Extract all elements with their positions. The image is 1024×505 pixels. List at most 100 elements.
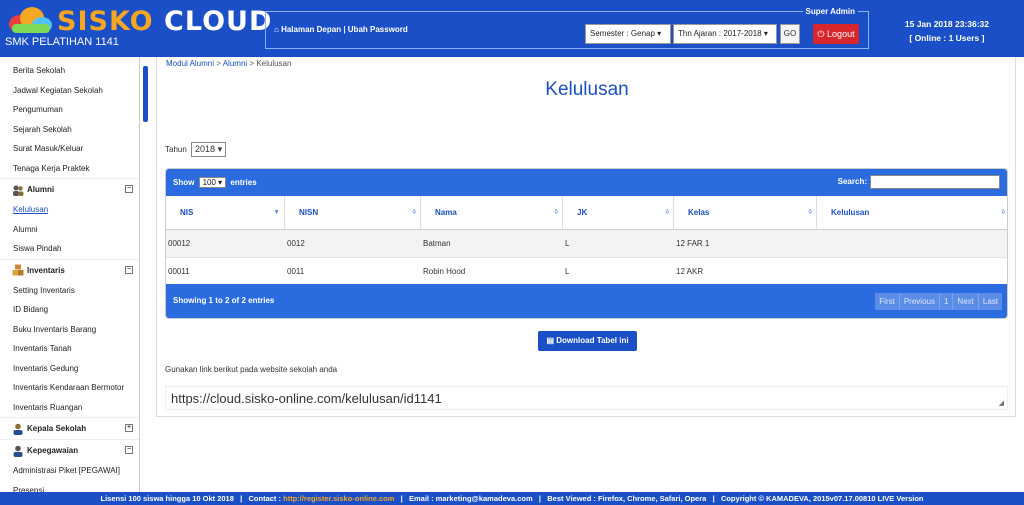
breadcrumb-alumni[interactable]: Alumni [223,59,247,68]
sidebar-item-kelulusan[interactable]: Kelulusan [0,200,139,220]
sidebar-section-alumni[interactable]: Alumni − [0,178,139,200]
sidebar-item-jadwal[interactable]: Jadwal Kegiatan Sekolah [0,81,139,101]
embed-link-url: https://cloud.sisko-online.com/kelulusan… [171,391,442,406]
embed-link-textarea[interactable]: https://cloud.sisko-online.com/kelulusan… [165,386,1008,410]
pager-previous[interactable]: Previous [899,293,940,310]
column-header-kelas[interactable]: Kelas ◊ [674,196,817,230]
sidebar-item-inventaris-tanah[interactable]: Inventaris Tanah [0,339,139,359]
top-header: SISKO CLOUD SMK PELATIHAN 1141 Super Adm… [0,0,1024,57]
pager-page-1[interactable]: 1 [939,293,954,310]
sidebar-item-buku-inventaris[interactable]: Buku Inventaris Barang [0,320,139,340]
resize-grip-icon[interactable]: ◢ [999,399,1004,407]
sidebar-item-surat[interactable]: Surat Masuk/Keluar [0,139,139,159]
role-label: Super Admin [802,7,858,16]
users-icon [13,185,24,196]
sidebar-item-tenaga[interactable]: Tenaga Kerja Praktek [0,159,139,179]
sidebar-item-administrasi-piket[interactable]: Administrasi Piket [PEGAWAI] [0,461,139,481]
year-select[interactable]: 2018 ▾ [191,142,227,157]
sidebar-section-inventaris[interactable]: Inventaris − [0,258,139,281]
academic-year-value: Thn Ajaran : 2017-2018 [678,29,762,38]
column-header-kelulusan[interactable]: Kelulusan ◊ [817,196,1007,230]
pager-last[interactable]: Last [978,293,1002,310]
column-header-label: Kelulusan [831,208,870,217]
column-header-nama[interactable]: Nama ◊ [421,196,563,230]
year-filter: Tahun 2018 ▾ [165,142,227,157]
go-button[interactable]: GO [780,24,800,44]
sidebar-item-id-bidang[interactable]: ID Bidang [0,300,139,320]
footer-email: Email : marketing@kamadeva.com [409,494,533,503]
cell-kelulusan [817,258,819,286]
cloud-logo-icon [9,7,52,33]
chevron-down-icon: ▾ [657,29,662,38]
sidebar-item-inventaris-kendaraan[interactable]: Inventaris Kendaraan Bermotor [0,378,139,398]
brand-word-1: SISKO [57,6,154,37]
person-icon [13,423,23,435]
cell-nisn: 0012 [287,239,305,248]
cell-nisn: 0011 [287,267,305,276]
sidebar: Berita Sekolah Jadwal Kegiatan Sekolah P… [0,57,140,492]
sidebar-section-label: Alumni [27,185,55,194]
breadcrumb-separator: > [216,59,221,68]
sidebar-item-presensi[interactable]: Presensi [0,481,139,493]
breadcrumb-modul-alumni[interactable]: Modul Alumni [166,59,214,68]
cell-kelas: 12 AKR [676,267,704,276]
academic-year-select[interactable]: Thn Ajaran : 2017-2018 ▾ [673,24,777,44]
collapse-icon[interactable]: − [125,446,133,454]
column-header-jk[interactable]: JK ◊ [563,196,674,230]
brand-logo[interactable]: SISKO CLOUD [57,6,272,37]
expand-icon[interactable]: + [125,424,133,432]
kelulusan-table: Show 100 ▾ entries Search: NIS ▼ NISN ◊ Na… [165,168,1008,319]
sort-desc-icon: ▼ [273,209,280,216]
page-title: Kelulusan [545,79,629,100]
sidebar-item-alumni[interactable]: Alumni [0,220,139,240]
footer-license: Lisensi 100 siswa hingga 10 Okt 2018 [100,494,234,503]
column-header-nisn[interactable]: NISN ◊ [285,196,421,230]
year-select-value: 2018 [195,144,216,154]
column-header-label: Nama [435,208,457,217]
sidebar-item-inventaris-ruangan[interactable]: Inventaris Ruangan [0,398,139,418]
sort-icon: ◊ [1001,209,1005,216]
main-content: Modul Alumni > Alumni > Kelulusan Kelulu… [156,57,1016,417]
sidebar-section-kepala-sekolah[interactable]: Kepala Sekolah + [0,417,139,439]
table-info: Showing 1 to 2 of 2 entries [173,296,275,305]
sidebar-item-siswa-pindah[interactable]: Siswa Pindah [0,239,139,259]
table-footer: Showing 1 to 2 of 2 entries First Previo… [166,284,1007,318]
header-panel: Super Admin ⌂ Halaman Depan | Ubah Passw… [265,7,869,49]
collapse-icon[interactable]: − [125,265,133,274]
cell-kelulusan [817,230,819,258]
download-table-button[interactable]: ▤ Download Tabel ini [538,331,637,351]
cell-nis: 00012 [168,239,191,248]
page-length-value: 100 [202,178,216,187]
table-row[interactable]: 00012 0012 Batman L 12 FAR 1 [166,230,1007,258]
sidebar-item-setting-inventaris[interactable]: Setting Inventaris [0,281,139,301]
logout-button[interactable]: ⏻ Logout [813,24,859,44]
column-header-nis[interactable]: NIS ▼ [166,196,285,230]
online-users: [ Online : 1 Users ] [909,33,985,43]
page-length-select[interactable]: 100 ▾ [198,177,227,188]
footer-best-viewed: Best Viewed : Firefox, Chrome, Safari, O… [547,494,707,503]
search-input[interactable] [870,175,1000,189]
sidebar-item-pengumuman[interactable]: Pengumuman [0,100,139,120]
sidebar-section-label: Kepegawaian [27,446,79,455]
sidebar-item-berita[interactable]: Berita Sekolah [0,61,139,81]
footer-contact-link[interactable]: http://register.sisko-online.com [283,494,394,503]
pager-next[interactable]: Next [953,293,979,310]
pagination: First Previous 1 Next Last [875,293,1002,310]
header-links-text[interactable]: Halaman Depan | Ubah Password [281,25,408,34]
file-icon: ▤ [546,336,555,345]
show-label: Show [173,178,195,187]
breadcrumb-separator: > [249,59,255,68]
brand-word-2: CLOUD [164,6,273,37]
sidebar-item-inventaris-gedung[interactable]: Inventaris Gedung [0,359,139,379]
breadcrumb-current: Kelulusan [256,59,292,68]
footer-contact-label: Contact : [248,494,282,503]
sidebar-scrollbar[interactable] [143,66,148,122]
header-links[interactable]: ⌂ Halaman Depan | Ubah Password [274,25,408,34]
sidebar-section-kepegawaian[interactable]: Kepegawaian − [0,439,139,461]
semester-select[interactable]: Semester : Genap ▾ [585,24,671,44]
sort-icon: ◊ [808,209,812,216]
collapse-icon[interactable]: − [125,185,133,193]
table-row[interactable]: 00011 0011 Robin Hood L 12 AKR [166,258,1007,286]
pager-first[interactable]: First [875,293,900,310]
sidebar-item-sejarah[interactable]: Sejarah Sekolah [0,120,139,140]
